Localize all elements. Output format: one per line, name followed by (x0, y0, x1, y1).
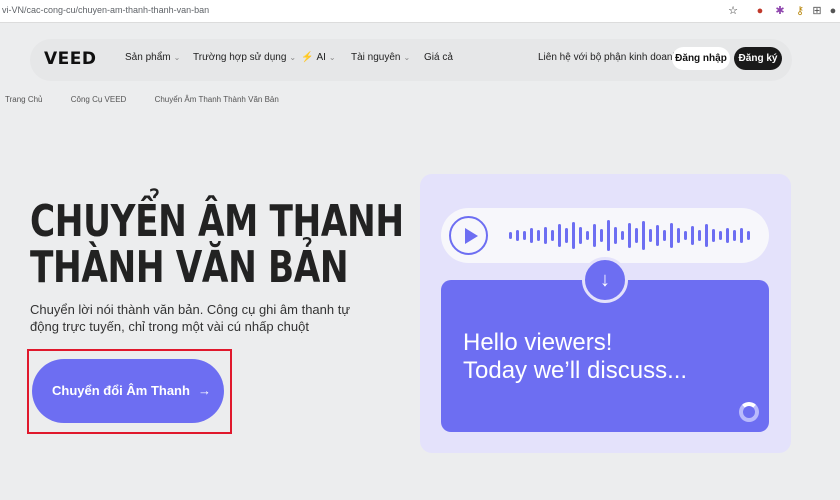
arrow-right-icon: → (197, 383, 211, 398)
loading-spinner-icon (739, 402, 759, 422)
nav-item-ai[interactable]: ⚡ AI ⌄ (301, 52, 336, 63)
nav-item-use-cases[interactable]: Trường hợp sử dụng ⌄ (193, 52, 296, 63)
nav-item-label: Tài nguyên (351, 52, 401, 63)
nav-item-label: Giá cả (424, 52, 453, 63)
page-title: CHUYỂN ÂM THANH THÀNH VĂN BẢN (30, 199, 404, 291)
title-line-2: THÀNH VĂN BẢN (30, 242, 349, 293)
arrow-down-icon: ↓ (582, 257, 628, 303)
puzzle-icon[interactable]: ⊞ (810, 4, 824, 18)
transcript-line-1: Hello viewers! (463, 329, 613, 356)
nav-item-resources[interactable]: Tài nguyên ⌄ (351, 52, 410, 63)
extension-purple-icon[interactable]: ✱ (773, 4, 787, 18)
nav-item-label: Trường hợp sử dụng (193, 52, 287, 63)
breadcrumb-current: Chuyển Âm Thanh Thành Văn Bản (154, 95, 279, 104)
transcription-illustration: Hello viewers! Today we’ll discuss... ↓ (420, 174, 791, 453)
chevron-down-icon: ⌄ (173, 53, 181, 62)
extension-red-icon[interactable]: ● (753, 4, 767, 18)
convert-audio-button[interactable]: Chuyển đổi Âm Thanh → (32, 359, 224, 423)
top-nav: VEED Sản phẩm ⌄ Trường hợp sử dụng ⌄ ⚡ AI ⌄ … (30, 39, 792, 81)
nav-item-pricing[interactable]: Giá cả (424, 52, 453, 63)
chevron-down-icon: ⌄ (403, 53, 411, 62)
profile-icon[interactable]: ● (826, 4, 840, 18)
bolt-icon: ⚡ (301, 52, 314, 63)
login-button[interactable]: Đăng nhập (672, 47, 730, 70)
signup-button[interactable]: Đăng ký (734, 47, 782, 70)
nav-item-products[interactable]: Sản phẩm ⌄ (125, 52, 180, 63)
nav-item-label: Sản phẩm (125, 52, 171, 63)
breadcrumb: Trang Chủ Công Cụ VEED Chuyển Âm Thanh T… (5, 95, 305, 104)
chevron-down-icon: ⌄ (289, 53, 297, 62)
breadcrumb-home[interactable]: Trang Chủ (5, 95, 43, 104)
audio-player (441, 208, 769, 263)
title-line-1: CHUYỂN ÂM THANH (30, 196, 404, 247)
chevron-down-icon: ⌄ (328, 53, 336, 62)
url-text[interactable]: vi-VN/cac-cong-cu/chuyen-am-thanh-thanh-… (2, 5, 209, 15)
key-icon[interactable]: ⚷ (793, 4, 807, 18)
veed-logo[interactable]: VEED (44, 49, 97, 69)
breadcrumb-tools[interactable]: Công Cụ VEED (71, 95, 127, 104)
transcript-line-2: Today we’ll discuss... (463, 357, 688, 384)
hero-subtitle: Chuyển lời nói thành văn bản. Công cụ gh… (30, 302, 351, 334)
nav-item-label: AI (316, 52, 326, 63)
cta-label: Chuyển đổi Âm Thanh (52, 383, 190, 398)
contact-sales-link[interactable]: Liên hệ với bộ phận kinh doanh (538, 52, 678, 63)
star-icon[interactable]: ☆ (726, 4, 740, 18)
waveform-icon (509, 220, 750, 251)
browser-address-bar: vi-VN/cac-cong-cu/chuyen-am-thanh-thanh-… (0, 0, 840, 23)
play-icon (449, 216, 488, 255)
page: VEED Sản phẩm ⌄ Trường hợp sử dụng ⌄ ⚡ AI ⌄ … (0, 23, 840, 500)
